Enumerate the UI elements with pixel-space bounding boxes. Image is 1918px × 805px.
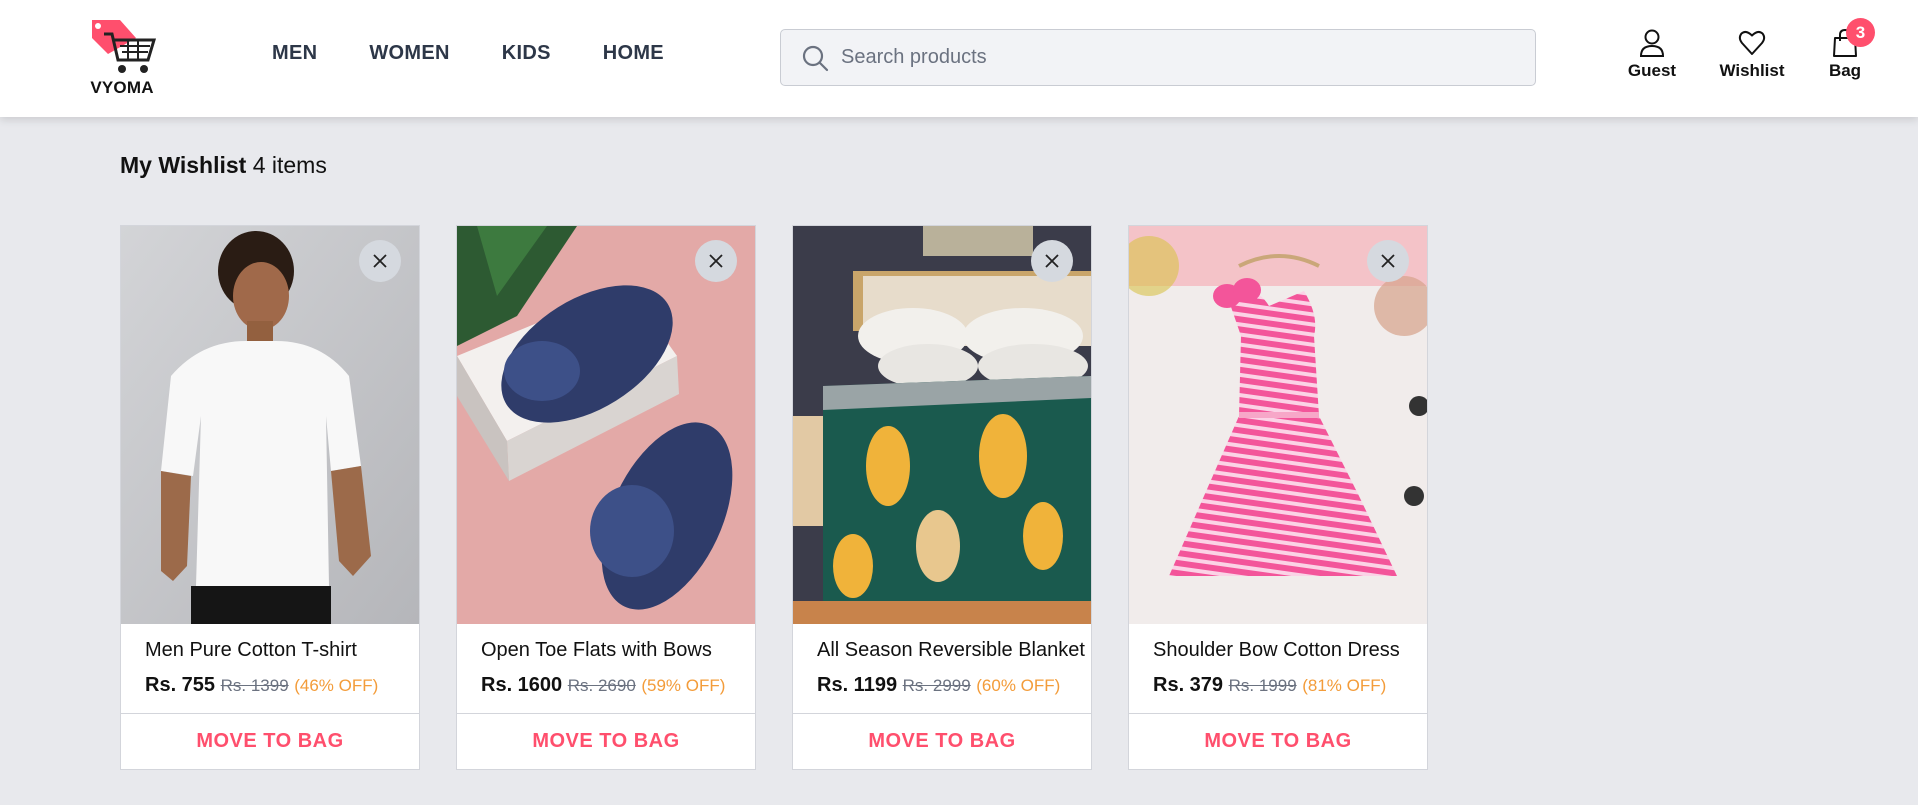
original-price: Rs. 1999 xyxy=(1228,676,1297,695)
product-image[interactable] xyxy=(457,226,755,624)
cart-logo-icon xyxy=(92,20,157,73)
tshirt-photo xyxy=(121,226,419,624)
remove-from-wishlist-button[interactable] xyxy=(1031,240,1073,282)
close-icon xyxy=(709,254,723,268)
wishlist-button[interactable]: Wishlist xyxy=(1716,28,1788,81)
original-price: Rs. 2690 xyxy=(567,676,636,695)
wishlist-card: All Season Reversible Blanket Rs. 1199 R… xyxy=(792,225,1092,770)
user-icon xyxy=(1639,29,1665,57)
page-title: My Wishlist 4 items xyxy=(120,152,327,179)
product-name[interactable]: Open Toe Flats with Bows xyxy=(481,639,712,662)
heart-icon xyxy=(1738,30,1766,55)
nav-home[interactable]: HOME xyxy=(603,42,664,65)
original-price: Rs. 1399 xyxy=(220,676,289,695)
product-price: Rs. 1600 Rs. 2690 (59% OFF) xyxy=(481,674,725,697)
bag-label: Bag xyxy=(1828,61,1862,80)
remove-from-wishlist-button[interactable] xyxy=(1367,240,1409,282)
wishlist-card: Men Pure Cotton T-shirt Rs. 755 Rs. 1399… xyxy=(120,225,420,770)
guest-profile-button[interactable]: Guest xyxy=(1624,28,1680,81)
product-price: Rs. 755 Rs. 1399 (46% OFF) xyxy=(145,674,378,697)
move-to-bag-button[interactable]: MOVE TO BAG xyxy=(457,713,755,769)
brand-logo[interactable]: VYOMA xyxy=(84,16,160,100)
nav-kids[interactable]: KIDS xyxy=(502,42,551,65)
wishlist-title: My Wishlist xyxy=(120,152,247,178)
close-icon xyxy=(1381,254,1395,268)
product-name[interactable]: Shoulder Bow Cotton Dress xyxy=(1153,639,1400,662)
nav-women[interactable]: WOMEN xyxy=(369,42,449,65)
product-image[interactable] xyxy=(121,226,419,624)
nav-men[interactable]: MEN xyxy=(272,42,317,65)
discount-label: (81% OFF) xyxy=(1302,676,1387,695)
move-to-bag-button[interactable]: MOVE TO BAG xyxy=(793,713,1091,769)
wishlist-count: 4 items xyxy=(252,152,327,178)
move-to-bag-button[interactable]: MOVE TO BAG xyxy=(121,713,419,769)
move-to-bag-button[interactable]: MOVE TO BAG xyxy=(1129,713,1427,769)
discount-label: (59% OFF) xyxy=(641,676,726,695)
dress-photo xyxy=(1129,226,1427,624)
guest-label: Guest xyxy=(1627,61,1677,80)
close-icon xyxy=(373,254,387,268)
wishlist-label: Wishlist xyxy=(1719,61,1785,80)
discount-label: (60% OFF) xyxy=(976,676,1061,695)
product-price: Rs. 379 Rs. 1999 (81% OFF) xyxy=(1153,674,1386,697)
remove-from-wishlist-button[interactable] xyxy=(359,240,401,282)
bag-count-badge: 3 xyxy=(1846,18,1875,47)
wishlist-card: Shoulder Bow Cotton Dress Rs. 379 Rs. 19… xyxy=(1128,225,1428,770)
remove-from-wishlist-button[interactable] xyxy=(695,240,737,282)
current-price: Rs. 755 xyxy=(145,674,216,696)
main-nav: MEN WOMEN KIDS HOME xyxy=(272,42,716,65)
blanket-photo xyxy=(793,226,1091,624)
discount-label: (46% OFF) xyxy=(294,676,379,695)
product-image[interactable] xyxy=(1129,226,1427,624)
site-header: VYOMA MEN WOMEN KIDS HOME Guest Wishlist… xyxy=(0,0,1918,117)
search-input[interactable] xyxy=(841,30,1521,85)
close-icon xyxy=(1045,254,1059,268)
current-price: Rs. 1199 xyxy=(817,674,898,696)
product-image[interactable] xyxy=(793,226,1091,624)
product-name[interactable]: Men Pure Cotton T-shirt xyxy=(145,639,357,662)
current-price: Rs. 379 xyxy=(1153,674,1224,696)
brand-name: VYOMA xyxy=(90,78,154,97)
search-icon xyxy=(802,45,829,72)
original-price: Rs. 2999 xyxy=(902,676,971,695)
current-price: Rs. 1600 xyxy=(481,674,563,696)
search-bar xyxy=(780,29,1536,86)
product-price: Rs. 1199 Rs. 2999 (60% OFF) xyxy=(817,674,1060,697)
wishlist-card: Open Toe Flats with Bows Rs. 1600 Rs. 26… xyxy=(456,225,756,770)
sandals-photo xyxy=(457,226,755,624)
product-name[interactable]: All Season Reversible Blanket xyxy=(817,639,1085,662)
